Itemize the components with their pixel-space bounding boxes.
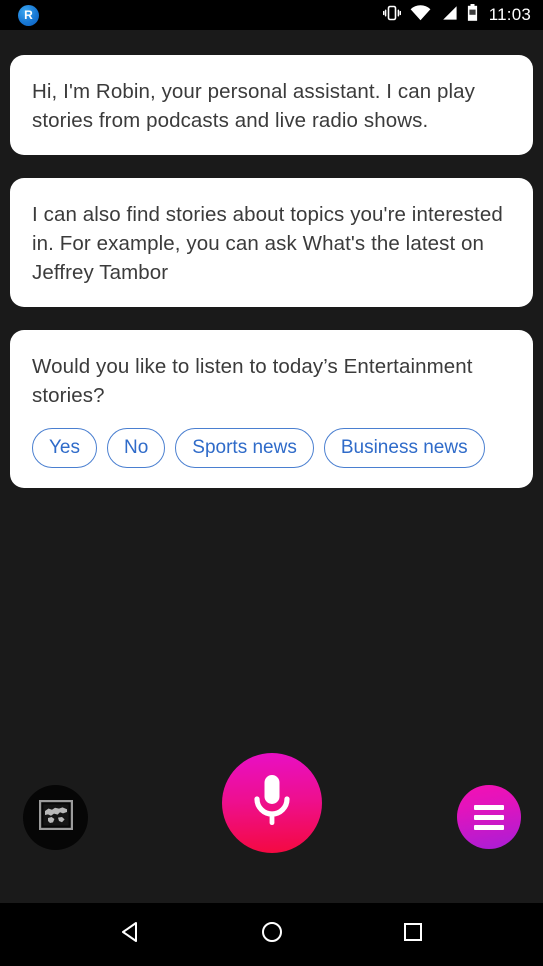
back-triangle-icon [118,919,144,950]
quick-reply-chip-sports-news[interactable]: Sports news [175,428,314,468]
home-circle-icon [259,919,285,950]
world-map-icon [38,799,73,835]
action-bar [0,753,543,903]
cellular-signal-icon [440,5,458,26]
status-bar-system-icons: 11:03 [382,4,531,26]
conversation-list: Hi, I'm Robin, your personal assistant. … [0,30,543,753]
message-text: I can also find stories about topics you… [32,203,503,284]
status-bar-notifications: R [18,4,39,26]
vibrate-icon [382,5,401,26]
message-text: Would you like to listen to today’s Ente… [32,355,473,407]
hamburger-menu-icon [474,804,504,830]
assistant-prompt-bubble: Would you like to listen to today’s Ente… [10,330,533,488]
nav-home-button[interactable] [242,905,302,965]
microphone-icon [250,772,294,835]
phone-screen: R 11:03 Hi, I'm Robin, your personal ass… [0,0,543,966]
status-bar-clock: 11:03 [488,5,531,24]
nav-recents-button[interactable] [383,905,443,965]
quick-reply-chip-no[interactable]: No [107,428,166,468]
quick-reply-chip-business-news[interactable]: Business news [323,428,485,468]
status-bar: R 11:03 [0,0,543,30]
map-button[interactable] [23,785,88,850]
assistant-message-bubble: I can also find stories about topics you… [10,178,533,307]
nav-back-button[interactable] [101,905,161,965]
message-text: Hi, I'm Robin, your personal assistant. … [32,80,476,132]
robin-app-icon: R [18,4,39,26]
assistant-message-bubble: Hi, I'm Robin, your personal assistant. … [10,55,533,155]
recents-square-icon [400,919,426,950]
microphone-button[interactable] [221,753,322,853]
quick-reply-chip-yes[interactable]: Yes [32,428,97,468]
wifi-icon [410,4,431,26]
android-navigation-bar [0,903,543,966]
quick-reply-chips: Yes No Sports news Business news [32,428,511,468]
menu-button[interactable] [457,785,521,849]
battery-icon [467,4,478,26]
